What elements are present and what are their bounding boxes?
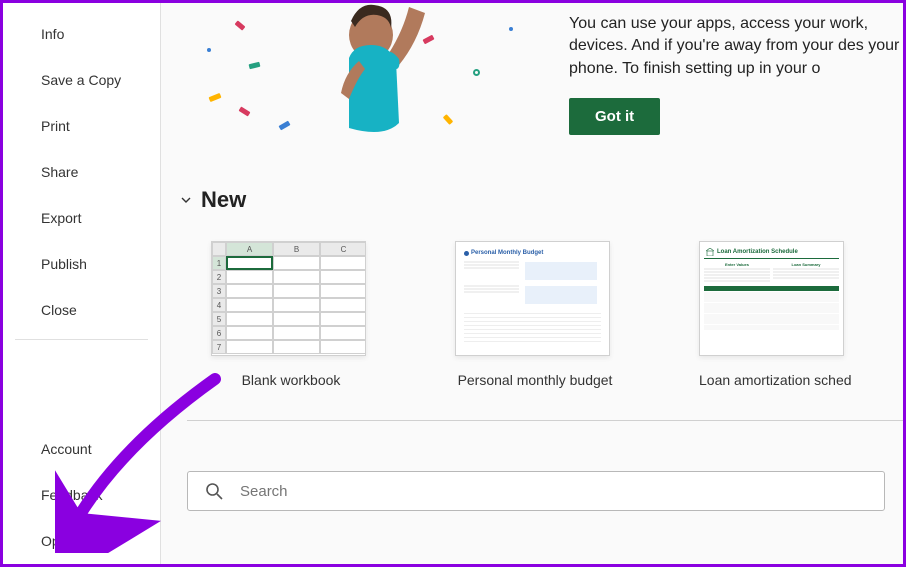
template-loan-amortization[interactable]: Loan Amortization Schedule Enter Values … xyxy=(699,241,849,388)
search-input[interactable] xyxy=(240,472,868,510)
template-personal-monthly-budget[interactable]: Personal Monthly Budget Personal monthl xyxy=(455,241,615,388)
search-icon xyxy=(204,481,224,501)
sidebar-item-options[interactable]: Options xyxy=(3,518,160,564)
sidebar-item-publish[interactable]: Publish xyxy=(3,241,160,287)
got-it-button[interactable]: Got it xyxy=(569,98,660,135)
sidebar-item-print[interactable]: Print xyxy=(3,103,160,149)
main-content: You can use your apps, access your work,… xyxy=(161,3,903,564)
template-thumb: Personal Monthly Budget xyxy=(455,241,610,356)
banner-illustration xyxy=(179,13,539,153)
sidebar-item-export[interactable]: Export xyxy=(3,195,160,241)
template-blank-workbook[interactable]: ABC 1 2 3 4 5 6 7 Blank workbook xyxy=(211,241,371,388)
section-title-new: New xyxy=(201,187,246,213)
template-label: Loan amortization sched xyxy=(699,372,849,388)
sidebar: Info Save a Copy Print Share Export Publ… xyxy=(3,3,161,564)
sidebar-divider xyxy=(15,339,148,340)
template-thumb: ABC 1 2 3 4 5 6 7 xyxy=(211,241,366,356)
sidebar-item-account[interactable]: Account xyxy=(3,426,160,472)
new-section-header[interactable]: New xyxy=(179,187,903,213)
divider xyxy=(187,420,903,421)
template-gallery: ABC 1 2 3 4 5 6 7 Blank workbook Persona… xyxy=(211,241,903,388)
search-row xyxy=(187,471,885,511)
sidebar-item-save-copy[interactable]: Save a Copy xyxy=(3,57,160,103)
template-thumb: Loan Amortization Schedule Enter Values … xyxy=(699,241,844,356)
template-label: Personal monthly budget xyxy=(455,372,615,388)
chevron-down-icon xyxy=(179,193,193,207)
sidebar-item-share[interactable]: Share xyxy=(3,149,160,195)
sidebar-item-feedback[interactable]: Feedback xyxy=(3,472,160,518)
onboarding-banner: You can use your apps, access your work,… xyxy=(179,3,903,173)
banner-text-block: You can use your apps, access your work,… xyxy=(569,13,903,135)
sidebar-item-close[interactable]: Close xyxy=(3,287,160,333)
search-box[interactable] xyxy=(187,471,885,511)
sidebar-item-info[interactable]: Info xyxy=(3,11,160,57)
template-label: Blank workbook xyxy=(211,372,371,388)
banner-text: You can use your apps, access your work,… xyxy=(569,13,903,80)
